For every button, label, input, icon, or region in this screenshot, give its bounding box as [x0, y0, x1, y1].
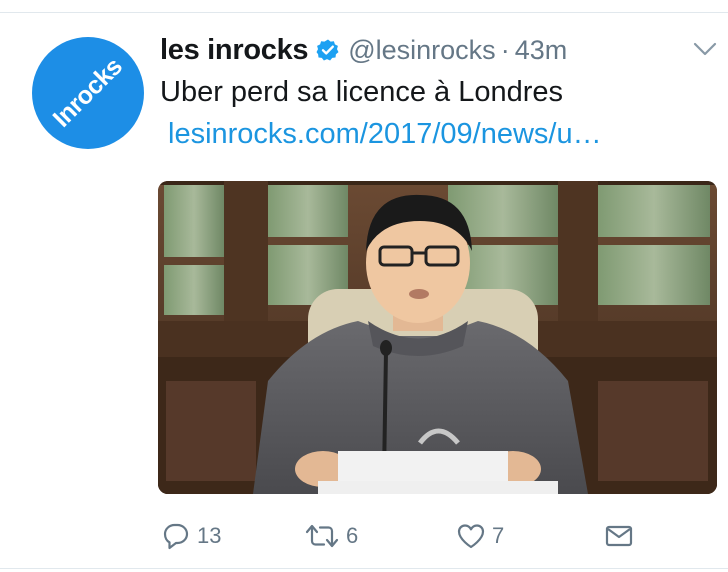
tweet-header: les inrocks @lesinrocks · 43m	[160, 30, 567, 70]
media-photo	[158, 181, 717, 494]
retweet-count: 6	[346, 523, 359, 548]
like-count: 7	[492, 523, 505, 548]
separator-dot: ·	[500, 34, 510, 65]
tweet-actions: 13 6 7	[0, 516, 728, 556]
handle[interactable]: @lesinrocks	[348, 35, 495, 66]
retweet-icon	[305, 524, 339, 548]
chevron-down-icon[interactable]	[692, 40, 718, 58]
heart-icon	[457, 524, 485, 549]
tweet-link[interactable]: lesinrocks.com/2017/09/news/u…	[168, 118, 602, 151]
avatar[interactable]: Inrocks	[32, 37, 144, 149]
display-name[interactable]: les inrocks	[160, 34, 309, 67]
reply-count: 13	[197, 523, 222, 548]
retweet-button[interactable]: 6	[304, 516, 358, 556]
verified-badge-icon	[316, 39, 339, 61]
direct-message-button[interactable]	[604, 516, 634, 556]
bottom-divider	[0, 568, 728, 569]
envelope-icon	[605, 525, 633, 547]
timestamp[interactable]: 43m	[515, 35, 568, 66]
reply-icon	[163, 523, 189, 550]
tweet-media-image[interactable]	[158, 181, 717, 494]
tweet-text: Uber perd sa licence à Londres	[160, 76, 564, 108]
like-button[interactable]: 7	[456, 516, 504, 556]
avatar-logo-text: Inrocks	[47, 52, 128, 133]
top-divider	[0, 12, 728, 13]
reply-button[interactable]: 13	[161, 516, 221, 556]
